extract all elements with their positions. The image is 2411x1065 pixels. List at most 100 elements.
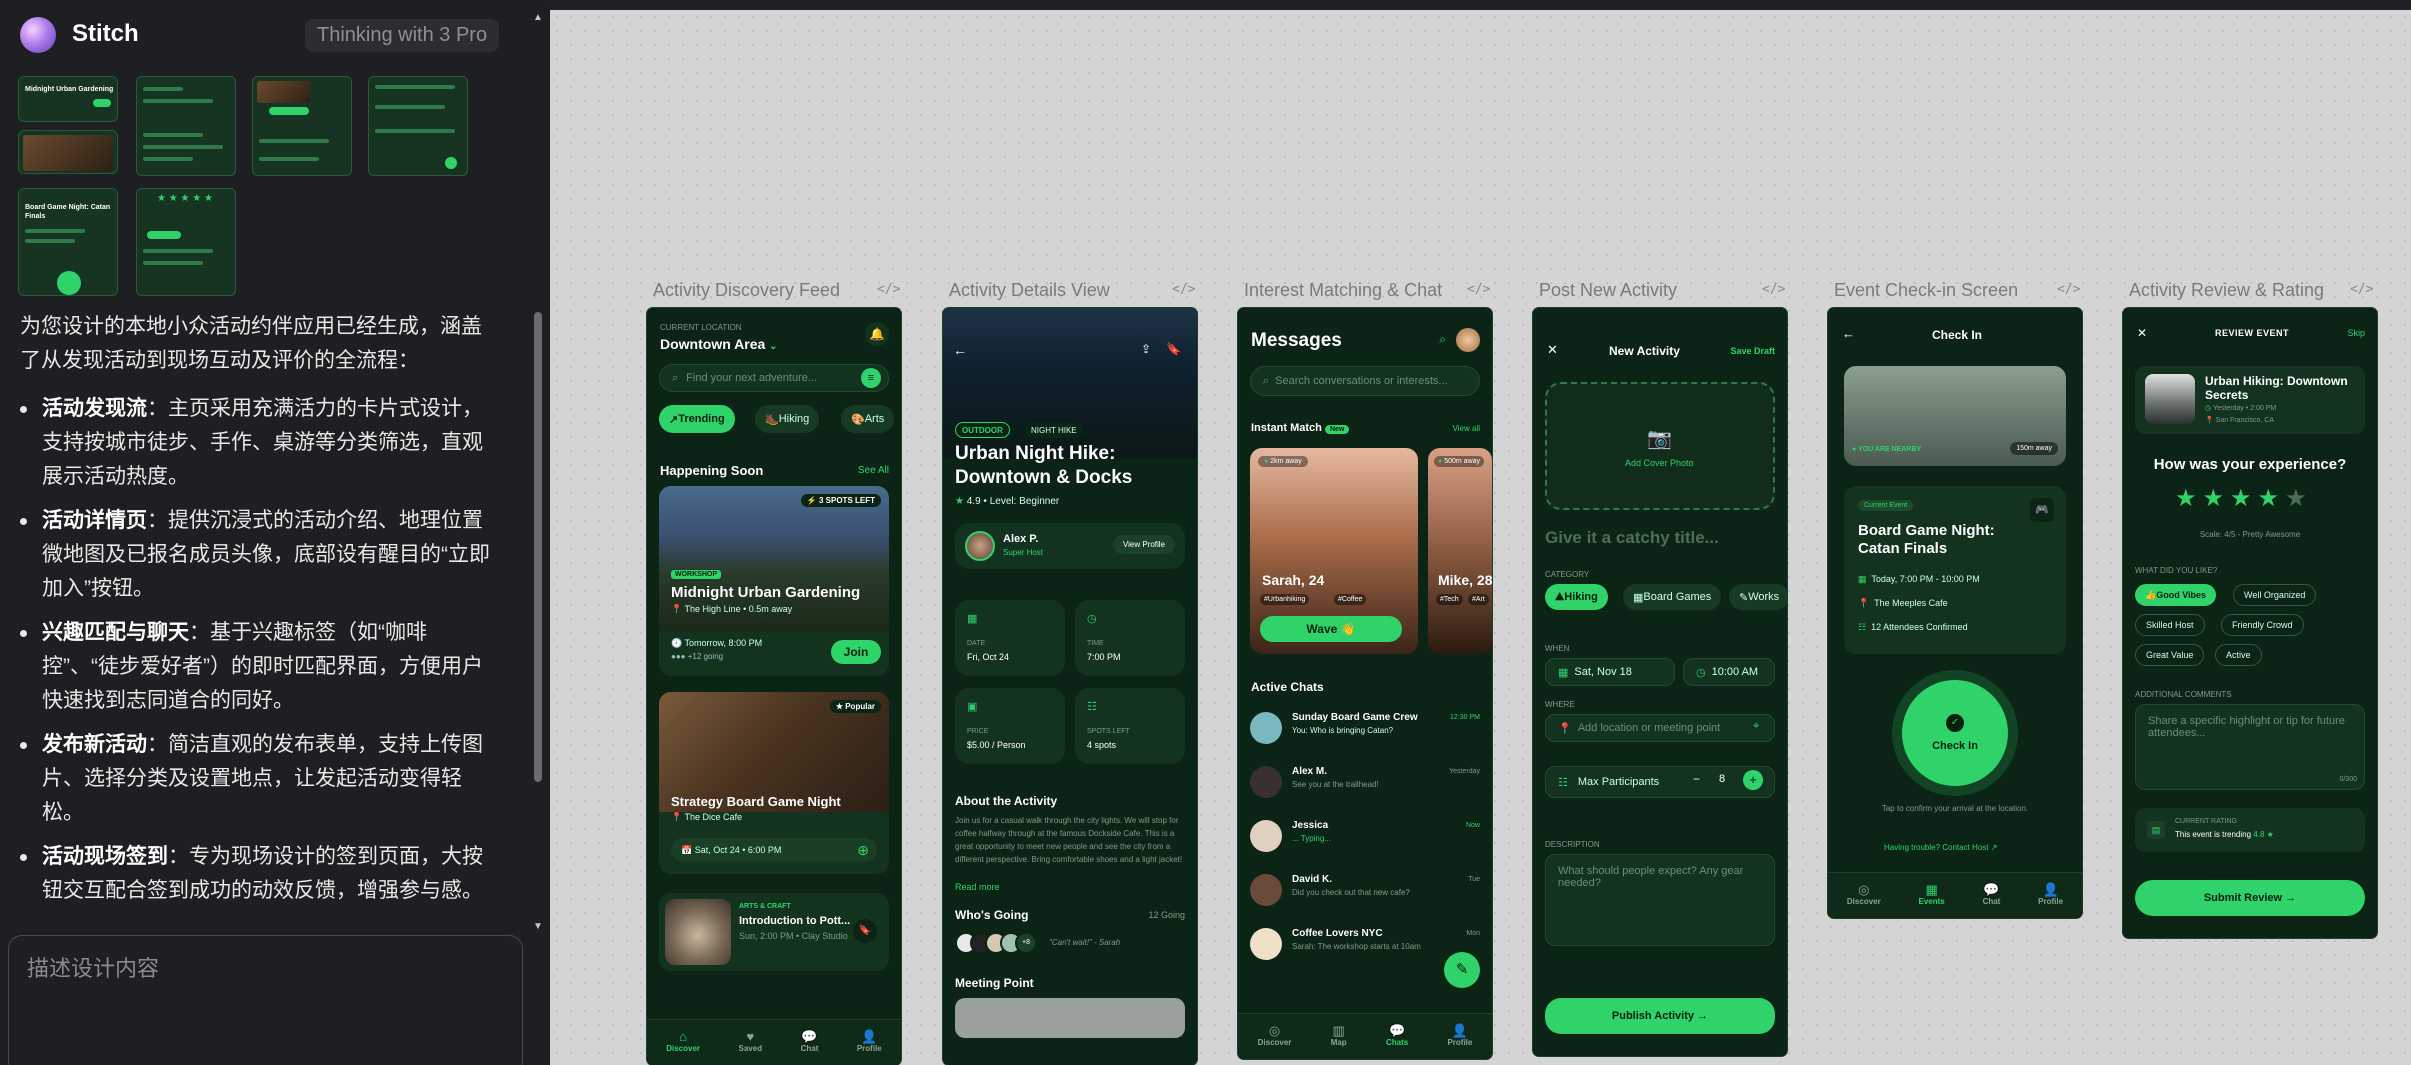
- bookmark-icon[interactable]: 🔖: [1166, 342, 1181, 356]
- tab-chats[interactable]: 💬 Chats: [1386, 1024, 1408, 1049]
- code-icon[interactable]: </>: [1762, 282, 1785, 297]
- chat-item[interactable]: David K. Did you check out that new cafe…: [1250, 870, 1480, 916]
- star-icon[interactable]: ★: [2285, 485, 2313, 512]
- bookmark-icon[interactable]: 🔖: [853, 919, 877, 943]
- attendee-avatars[interactable]: +8: [955, 932, 1037, 954]
- chip-active[interactable]: Active: [2215, 644, 2262, 666]
- location-name[interactable]: Downtown Area ⌄: [660, 336, 778, 352]
- map-preview[interactable]: [955, 998, 1185, 1038]
- code-icon[interactable]: </>: [1467, 282, 1490, 297]
- time-field[interactable]: ◷ 10:00 AM: [1683, 658, 1775, 686]
- back-arrow-icon[interactable]: ←: [1842, 326, 1855, 341]
- view-profile-button[interactable]: View Profile: [1112, 535, 1175, 554]
- title-input[interactable]: Give it a catchy title...: [1545, 528, 1719, 548]
- thumbnail-chat[interactable]: [252, 76, 352, 176]
- contact-host-link[interactable]: Having trouble? Contact Host ↗: [1884, 843, 1997, 852]
- thumbnail-details[interactable]: [136, 76, 236, 176]
- event-card[interactable]: ★ Popular Strategy Board Game Night 📍 Th…: [659, 692, 889, 874]
- search-input[interactable]: ⌕ Search conversations or interests...: [1250, 366, 1480, 396]
- tab-discover[interactable]: ◎ Discover: [1847, 883, 1881, 908]
- star-icon[interactable]: ★: [2258, 485, 2286, 512]
- map-preview[interactable]: ● YOU ARE NEARBY 150m away: [1844, 366, 2066, 466]
- publish-button[interactable]: Publish Activity →: [1545, 998, 1775, 1034]
- see-all-link[interactable]: See All: [858, 465, 889, 476]
- prompt-input[interactable]: [27, 956, 497, 982]
- scroll-thumb[interactable]: [534, 312, 542, 782]
- view-all-link[interactable]: View all: [1453, 424, 1480, 433]
- close-icon[interactable]: ✕: [1547, 342, 1558, 358]
- increment-button[interactable]: +: [1743, 770, 1763, 790]
- filter-icon[interactable]: ≡: [861, 368, 881, 388]
- chip-hiking[interactable]: ⛰ Hiking: [1545, 584, 1608, 610]
- code-icon[interactable]: </>: [2057, 282, 2080, 297]
- search-input[interactable]: ⌕ Find your next adventure...: [659, 364, 889, 392]
- event-card[interactable]: ⚡ 3 SPOTS LEFT WORKSHOP Midnight Urban G…: [659, 486, 889, 676]
- thumbnail-checkin[interactable]: Board Game Night: Catan Finals: [18, 188, 118, 296]
- screen-chat[interactable]: Messages ⌕ ⌕ Search conversations or inte…: [1238, 308, 1492, 1059]
- compose-icon[interactable]: ✎: [1444, 952, 1480, 988]
- screen-details[interactable]: ← ⇪ 🔖 OUTDOOR NIGHT HIKE Urban Night Hik…: [943, 308, 1197, 1065]
- chip-well-organized[interactable]: Well Organized: [2233, 584, 2317, 606]
- prompt-box[interactable]: [8, 935, 523, 1065]
- code-icon[interactable]: </>: [877, 282, 900, 297]
- design-canvas[interactable]: Activity Discovery Feed </> Activity Det…: [550, 10, 2411, 1065]
- chip-workshop[interactable]: ✎ Works: [1729, 584, 1787, 610]
- share-icon[interactable]: ⇪: [1141, 342, 1151, 356]
- scrollbar[interactable]: ▲ ▼: [532, 12, 544, 932]
- join-button[interactable]: Join: [831, 640, 881, 664]
- tab-profile[interactable]: 👤 Profile: [1447, 1024, 1472, 1049]
- thumbnail-discovery[interactable]: Midnight Urban Gardening: [18, 76, 118, 122]
- chat-item[interactable]: Alex M. See you at the trailhead! Yester…: [1250, 762, 1480, 808]
- wave-button[interactable]: Wave 👋: [1260, 616, 1402, 642]
- tab-events[interactable]: ▦ Events: [1919, 883, 1945, 908]
- chip-arts[interactable]: 🎨 Arts: [841, 405, 895, 433]
- add-icon[interactable]: ⊕: [857, 842, 869, 859]
- star-icon[interactable]: ★: [2175, 485, 2203, 512]
- match-card[interactable]: ● 500m away Mike, 28 #Tech #Art: [1428, 448, 1492, 654]
- thumbnail-post[interactable]: [368, 76, 468, 176]
- screen-discovery[interactable]: CURRENT LOCATION Downtown Area ⌄ 🔔 ⌕ Find…: [647, 308, 901, 1065]
- cover-upload[interactable]: 📷 Add Cover Photo: [1545, 382, 1775, 510]
- chip-friendly-crowd[interactable]: Friendly Crowd: [2221, 614, 2304, 636]
- scroll-down-icon[interactable]: ▼: [532, 921, 544, 932]
- date-field[interactable]: ▦ Sat, Nov 18: [1545, 658, 1675, 686]
- chip-hiking[interactable]: 🥾 Hiking: [755, 405, 820, 433]
- host-card[interactable]: Alex P. Super Host View Profile: [955, 523, 1185, 569]
- event-card[interactable]: ARTS & CRAFT Introduction to Pott... Sun…: [659, 893, 889, 971]
- skip-button[interactable]: Skip: [2347, 328, 2365, 338]
- thumbnail-review[interactable]: ★ ★ ★ ★ ★: [136, 188, 236, 296]
- star-rating[interactable]: ★★★★★: [2175, 484, 2325, 513]
- chip-good-vibes[interactable]: 👍 Good Vibes: [2135, 584, 2217, 606]
- tab-saved[interactable]: ♥ Saved: [739, 1030, 763, 1055]
- submit-review-button[interactable]: Submit Review →: [2135, 880, 2365, 916]
- screen-post[interactable]: ✕ New Activity Save Draft 📷 Add Cover Ph…: [1533, 308, 1787, 1056]
- description-input[interactable]: What should people expect? Any gear need…: [1545, 854, 1775, 946]
- locate-icon[interactable]: ⌖: [1753, 720, 1759, 733]
- model-mode-badge[interactable]: Thinking with 3 Pro: [305, 19, 500, 52]
- checkin-button[interactable]: ✓ Check In: [1902, 680, 2008, 786]
- decrement-button[interactable]: −: [1693, 772, 1700, 786]
- chat-item[interactable]: Sunday Board Game Crew You: Who is bring…: [1250, 708, 1480, 754]
- star-icon[interactable]: ★: [2203, 485, 2231, 512]
- chip-board-games[interactable]: ▦ Board Games: [1623, 584, 1722, 610]
- star-icon[interactable]: ★: [2230, 485, 2258, 512]
- code-icon[interactable]: </>: [1172, 282, 1195, 297]
- scroll-up-icon[interactable]: ▲: [532, 12, 544, 23]
- chip-great-value[interactable]: Great Value: [2135, 644, 2205, 666]
- back-arrow-icon[interactable]: ←: [953, 342, 967, 358]
- location-input[interactable]: 📍 Add location or meeting point: [1545, 714, 1775, 742]
- comments-input[interactable]: Share a specific highlight or tip for fu…: [2135, 704, 2365, 790]
- avatar[interactable]: [1456, 328, 1480, 352]
- thumbnail-photo[interactable]: [18, 130, 118, 174]
- tab-profile[interactable]: 👤 Profile: [2038, 883, 2063, 908]
- tab-profile[interactable]: 👤 Profile: [857, 1030, 882, 1055]
- tab-map[interactable]: ▥ Map: [1331, 1024, 1347, 1049]
- read-more-link[interactable]: Read more: [955, 882, 1000, 892]
- tab-chat[interactable]: 💬 Chat: [1983, 883, 2001, 908]
- search-icon[interactable]: ⌕: [1439, 332, 1446, 347]
- chat-item[interactable]: Jessica ... Typing... Now: [1250, 816, 1480, 862]
- code-icon[interactable]: </>: [2350, 282, 2373, 297]
- tab-discover[interactable]: ◎ Discover: [1258, 1024, 1292, 1049]
- save-draft-button[interactable]: Save Draft: [1730, 346, 1775, 356]
- screen-checkin[interactable]: ← Check In ● YOU ARE NEARBY 150m away Cu…: [1828, 308, 2082, 918]
